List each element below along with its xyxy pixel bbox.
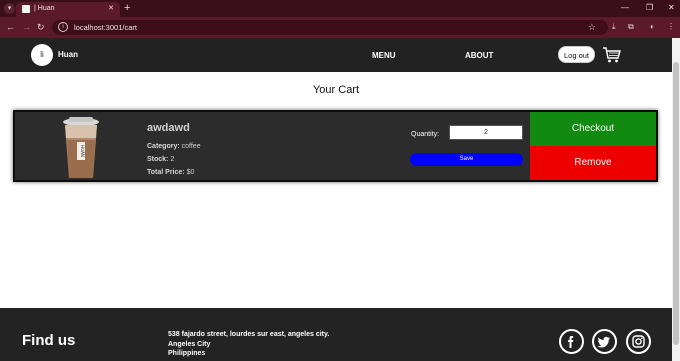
browser-tabstrip: ▾ | Huan ✕ + — ❐ ✕ [0,0,680,17]
site-navbar: li Huan MENU ABOUT Log out [0,38,672,72]
maximize-icon[interactable]: ❐ [646,2,653,14]
tab-search-icon[interactable]: ▾ [4,3,15,14]
reload-icon[interactable]: ↻ [37,21,45,33]
remove-button[interactable]: Remove [530,146,656,180]
instagram-icon[interactable] [626,329,651,354]
twitter-icon[interactable] [592,329,617,354]
site-footer: Find us 538 fajardo street, lourdes sur … [0,308,672,361]
quantity-input[interactable]: 2 [449,125,523,140]
address-line: Philippines [168,350,206,357]
address-line: 538 fajardo street, lourdes sur east, an… [168,331,330,338]
footer-heading: Find us [22,332,76,349]
site-info-icon[interactable]: i [58,22,68,32]
product-name: awdawd [147,122,190,134]
back-icon[interactable]: ← [6,21,15,33]
minimize-icon[interactable]: — [621,2,629,14]
browser-tab[interactable]: | Huan ✕ [16,2,120,17]
save-button[interactable]: Save [410,153,523,166]
product-category: Category: coffee [147,143,201,150]
address-line: Angeles City [168,341,211,348]
product-total-price: Total Price: $0 [147,169,195,176]
product-stock: Stock: 2 [147,156,175,163]
tab-title: | Huan [34,5,55,12]
product-image: HUAN [63,117,99,178]
shopping-cart-icon[interactable] [602,46,622,64]
more-menu-icon[interactable]: ⋮ [667,21,675,33]
profile-icon[interactable]: ◐ [650,21,655,33]
page-title: Your Cart [312,84,360,96]
address-bar[interactable]: i localhost:3001/cart ☆ [52,20,608,35]
web-page: li Huan MENU ABOUT Log out Your Cart HUA… [0,38,672,361]
cart-item-card: HUAN awdawd Category: coffee Stock: 2 To… [13,110,658,182]
close-window-icon[interactable]: ✕ [668,2,675,14]
vertical-scrollbar[interactable] [672,38,680,361]
extensions-icon[interactable]: ⧉ [628,21,634,33]
tab-close-icon[interactable]: ✕ [108,4,114,14]
nav-link-menu[interactable]: MENU [372,51,396,61]
forward-icon[interactable]: → [22,21,31,33]
svg-text:HUAN: HUAN [80,145,85,157]
logout-button[interactable]: Log out [558,46,595,63]
favicon-icon [22,5,30,13]
new-tab-button[interactable]: + [124,2,130,14]
address-url[interactable]: localhost:3001/cart [74,22,137,33]
quantity-label: Quantity: [411,131,440,138]
logo[interactable]: li [31,44,53,66]
checkout-button[interactable]: Checkout [530,112,656,146]
nav-link-about[interactable]: ABOUT [465,51,493,61]
scrollbar-thumb[interactable] [673,62,679,345]
browser-toolbar: ← → ↻ i localhost:3001/cart ☆ ⤓ ⧉ ◐ ⋮ [0,17,680,38]
download-icon[interactable]: ⤓ [612,21,616,33]
brand-name[interactable]: Huan [58,50,78,60]
facebook-icon[interactable] [559,329,584,354]
bookmark-star-icon[interactable]: ☆ [588,21,596,33]
